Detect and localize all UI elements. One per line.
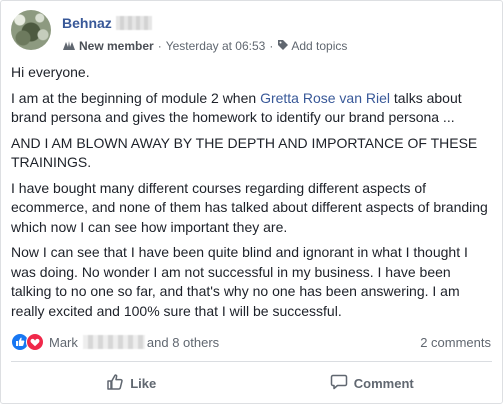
post-paragraph: I have bought many different courses reg… <box>11 179 488 235</box>
reaction-icons[interactable] <box>11 333 44 351</box>
tag-icon <box>277 39 289 54</box>
post-meta: New member · Yesterday at 06:53 · Add to… <box>62 38 347 54</box>
author-avatar[interactable] <box>11 10 51 50</box>
first-reactor-name: Mark <box>49 334 78 350</box>
new-member-icon <box>62 39 76 54</box>
post-header: Behnaz New member · Yesterday at 06:53 ·… <box>11 10 491 56</box>
thumbs-up-icon <box>106 373 130 394</box>
post-card: Behnaz New member · Yesterday at 06:53 ·… <box>0 0 503 404</box>
meta-separator: · <box>269 39 274 53</box>
others-count: and 8 others <box>146 334 220 350</box>
author-name-row: Behnaz <box>62 14 152 32</box>
like-button[interactable]: Like <box>11 365 252 401</box>
post-timestamp[interactable]: Yesterday at 06:53 <box>166 39 266 53</box>
reactions-bar: Mark and 8 others 2 comments <box>11 332 491 352</box>
comment-label: Comment <box>353 375 414 391</box>
add-topics-link[interactable]: Add topics <box>291 39 347 53</box>
love-reaction-icon <box>26 333 44 351</box>
new-member-badge: New member <box>79 39 154 53</box>
meta-separator: · <box>157 39 162 53</box>
comments-count-link[interactable]: 2 comments <box>420 335 491 350</box>
action-divider <box>11 361 492 362</box>
redacted-reactor-surname <box>82 335 145 349</box>
reactors-names[interactable]: Mark and 8 others <box>49 335 219 350</box>
post-body: Hi everyone. I am at the beginning of mo… <box>11 63 489 327</box>
post-paragraph: Now I can see that I have been quite bli… <box>11 244 468 319</box>
post-paragraph: I am at the beginning of module 2 when G… <box>11 89 462 126</box>
post-paragraph: AND I AM BLOWN AWAY BY THE DEPTH AND IMP… <box>11 134 478 171</box>
comment-button[interactable]: Comment <box>252 365 493 401</box>
post-paragraph: Hi everyone. <box>11 64 90 80</box>
redacted-surname <box>115 16 152 30</box>
mention-link[interactable]: Gretta Rose van Riel <box>260 90 390 106</box>
comment-icon <box>330 373 354 394</box>
author-name-link[interactable]: Behnaz <box>62 15 112 31</box>
like-label: Like <box>130 375 157 391</box>
post-actions: Like Comment <box>11 365 492 401</box>
